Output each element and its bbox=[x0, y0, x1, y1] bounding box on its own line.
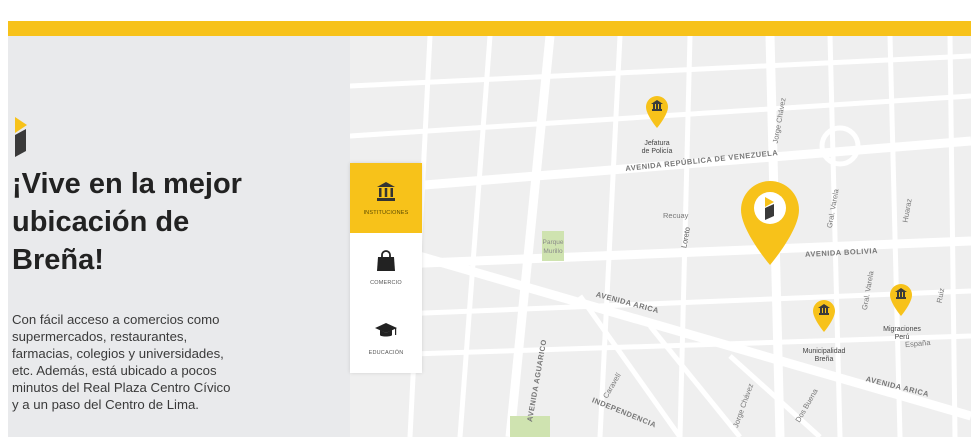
headline-line: Breña! bbox=[12, 244, 104, 276]
description-line: supermercados, restaurantes, bbox=[12, 329, 188, 344]
category-label: COMERCIO bbox=[370, 280, 402, 286]
park-label: Parque Murillo bbox=[542, 239, 564, 255]
description-line: y a un paso del Centro de Lima. bbox=[12, 397, 199, 412]
poi-pin-migraciones[interactable] bbox=[890, 284, 912, 316]
shopping-bag-icon bbox=[377, 250, 395, 271]
poi-label-line: Breña bbox=[814, 356, 834, 363]
description-line: etc. Además, está ubicado a pocos bbox=[12, 363, 217, 378]
poi-label: Municipalidad Breña bbox=[792, 348, 856, 364]
brand-logo-icon bbox=[15, 117, 27, 157]
street-label: Recuay bbox=[663, 211, 689, 220]
description-line: Con fácil acceso a comercios como bbox=[12, 312, 220, 327]
category-label: INSTITUCIONES bbox=[363, 210, 409, 216]
poi-label-line: de Policía bbox=[641, 148, 673, 155]
poi-label-line: Migraciones bbox=[883, 326, 921, 333]
category-item-comercio[interactable]: COMERCIO bbox=[350, 233, 422, 303]
graduation-cap-icon bbox=[375, 323, 397, 337]
page-title: ¡Vive en la mejor ubicación de Breña! bbox=[12, 165, 372, 279]
project-location-pin[interactable] bbox=[741, 181, 799, 265]
poi-label: Jefatura de Policía bbox=[630, 140, 684, 156]
description-line: farmacias, colegios y universidades, bbox=[12, 346, 224, 361]
category-filter-menu: INSTITUCIONES COMERCIO EDUCACIÓN bbox=[350, 163, 422, 373]
poi-label-line: Jefatura bbox=[644, 140, 670, 147]
headline-line: ubicación de bbox=[12, 206, 190, 238]
category-label: EDUCACIÓN bbox=[368, 350, 404, 356]
poi-pin-municipalidad[interactable] bbox=[813, 300, 835, 332]
location-description: Con fácil acceso a comercios como superm… bbox=[12, 311, 274, 413]
headline-line: ¡Vive en la mejor bbox=[12, 168, 242, 200]
poi-label: Migraciones Perú bbox=[870, 326, 934, 342]
poi-pin-jefatura[interactable] bbox=[646, 96, 668, 128]
institution-icon bbox=[377, 182, 395, 201]
category-item-instituciones[interactable]: INSTITUCIONES bbox=[350, 163, 422, 233]
poi-label-line: Municipalidad bbox=[802, 348, 846, 355]
location-map[interactable]: AVENIDA REPÚBLICA DE VENEZUELA AVENIDA B… bbox=[350, 36, 971, 437]
poi-label-line: Perú bbox=[894, 334, 910, 341]
description-line: minutos del Real Plaza Centro Cívico bbox=[12, 380, 231, 395]
top-bar bbox=[0, 0, 971, 20]
accent-stripe bbox=[8, 21, 971, 36]
category-item-educacion[interactable]: EDUCACIÓN bbox=[350, 303, 422, 373]
